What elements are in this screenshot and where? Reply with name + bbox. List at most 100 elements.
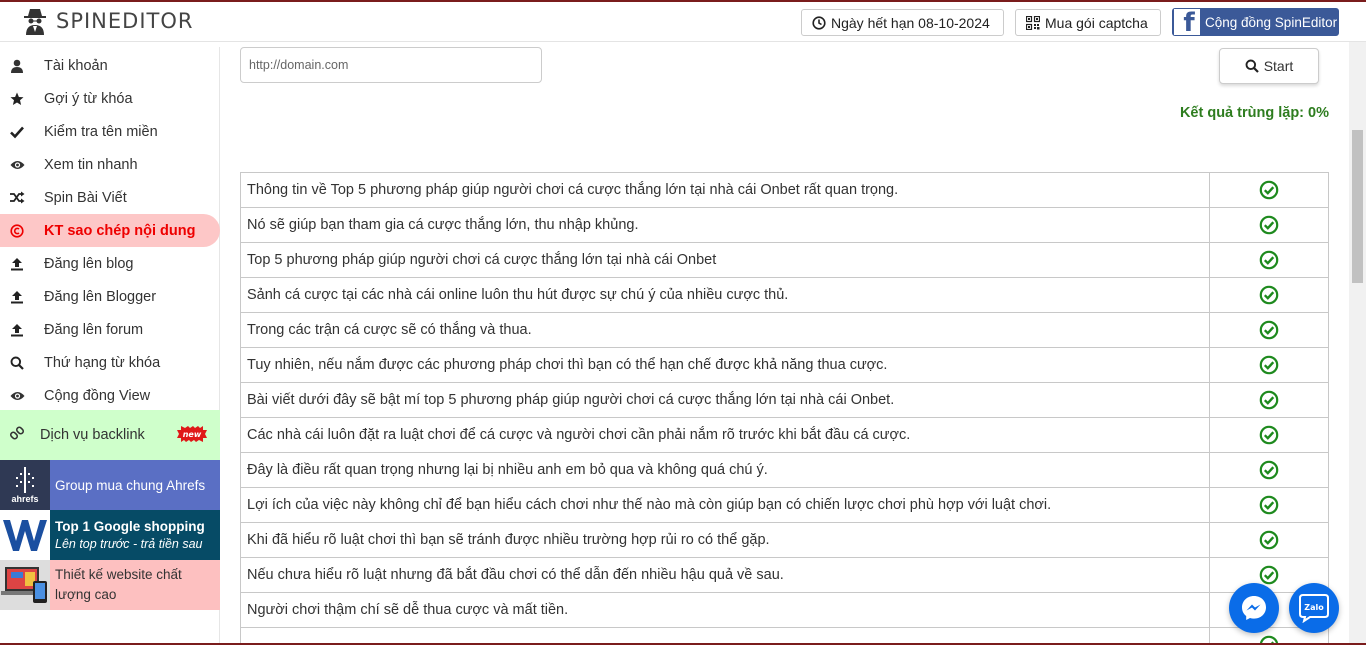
check-circle-icon [1259, 460, 1279, 480]
expire-date-label: Ngày hết hạn 08-10-2024 [831, 14, 990, 31]
check-circle-icon [1259, 390, 1279, 410]
shuffle-icon [9, 190, 25, 206]
sidebar-item-keyword-rank[interactable]: Thứ hạng từ khóa [0, 346, 220, 379]
sentence-cell: Đây là điều rất quan trọng nhưng lại bị … [240, 452, 1210, 488]
table-row: Lợi ích của việc này không chỉ để bạn hi… [240, 487, 1329, 523]
check-circle-icon [1259, 495, 1279, 515]
sidebar-item-account[interactable]: Tài khoản [0, 49, 220, 82]
check-circle-icon [1259, 215, 1279, 235]
sentence-cell: Bài viết dưới đây sẽ bật mí top 5 phương… [240, 382, 1210, 418]
table-row: Đây là điều rất quan trọng nhưng lại bị … [240, 452, 1329, 488]
check-circle-icon [1259, 565, 1279, 585]
eye-icon [9, 157, 25, 173]
sentence-cell: Người chơi thậm chí sẽ dễ thua cược và m… [240, 592, 1210, 628]
table-row: Nếu chưa hiểu rõ luật nhưng đã bắt đầu c… [240, 557, 1329, 593]
start-label: Start [1263, 58, 1294, 74]
w-logo-icon [0, 510, 50, 560]
star-icon [9, 91, 25, 107]
check-circle-icon [1259, 530, 1279, 550]
table-row: Các nhà cái luôn đặt ra luật chơi để cá … [240, 417, 1329, 453]
top-header: SPINEDITOR Ngày hết hạn 08-10-2024 Mua g… [0, 2, 1366, 42]
table-row: Trong các trận cá cược sẽ có thắng và th… [240, 312, 1329, 348]
status-cell [1209, 242, 1329, 278]
sentence-cell: Sảnh cá cược tại các nhà cái online luôn… [240, 277, 1210, 313]
sentence-cell: Các nhà cái luôn đặt ra luật chơi để cá … [240, 417, 1210, 453]
sentence-cell: Tuy nhiên, nếu nắm được các phương pháp … [240, 347, 1210, 383]
brand[interactable]: SPINEDITOR [22, 7, 193, 35]
upload-icon [9, 289, 25, 305]
sentence-cell: Lợi ích của việc này không chỉ để bạn hi… [240, 487, 1210, 523]
user-icon [9, 58, 25, 74]
sidebar-item-backlink-service[interactable]: Dịch vụ backlink new [0, 410, 220, 460]
link-icon [9, 426, 25, 444]
sidebar-item-copy-check[interactable]: KT sao chép nội dung [0, 214, 220, 247]
check-circle-icon [1259, 320, 1279, 340]
check-circle-icon [1259, 425, 1279, 445]
eye-icon [9, 388, 25, 404]
status-cell [1209, 207, 1329, 243]
spy-logo-icon [24, 9, 46, 35]
sidebar-item-post-blog[interactable]: Đăng lên blog [0, 247, 220, 280]
brand-name: SPINEDITOR [56, 9, 194, 33]
status-cell [1209, 452, 1329, 488]
buy-captcha-button[interactable]: Mua gói captcha [1015, 9, 1161, 36]
search-icon [1245, 59, 1259, 73]
scrollbar-thumb[interactable] [1352, 130, 1363, 283]
status-cell [1209, 312, 1329, 348]
table-row: Tuy nhiên, nếu nắm được các phương pháp … [240, 347, 1329, 383]
zalo-icon: Zalo [1299, 594, 1329, 623]
svg-text:Zalo: Zalo [1304, 603, 1324, 612]
domain-url-input[interactable] [240, 47, 542, 83]
status-cell [1209, 172, 1329, 208]
sentence-cell: Trong các trận cá cược sẽ có thắng và th… [240, 312, 1210, 348]
sentence-cell: Nó sẽ giúp bạn tham gia cá cược thắng lớ… [240, 207, 1210, 243]
community-facebook-button[interactable]: f Cộng đồng SpinEditor [1172, 8, 1339, 36]
sidebar-item-post-blogger[interactable]: Đăng lên Blogger [0, 280, 220, 313]
sidebar-item-post-forum[interactable]: Đăng lên forum [0, 313, 220, 346]
status-cell [1209, 487, 1329, 523]
new-badge-icon: new [177, 426, 207, 442]
sentence-cell: Top 5 phương pháp giúp người chơi cá cượ… [240, 242, 1210, 278]
table-row: Người chơi thậm chí sẽ dễ thua cược và m… [240, 592, 1329, 628]
zalo-chat-button[interactable]: Zalo [1289, 583, 1339, 633]
expire-date-button[interactable]: Ngày hết hạn 08-10-2024 [801, 9, 1004, 36]
messenger-chat-button[interactable] [1229, 583, 1279, 633]
table-row: Thông tin về Top 5 phương pháp giúp ngườ… [240, 172, 1329, 208]
table-row: Sảnh cá cược tại các nhà cái online luôn… [240, 277, 1329, 313]
sidebar-item-keyword-suggest[interactable]: Gợi ý từ khóa [0, 82, 220, 115]
promo-google-shopping[interactable]: Top 1 Google shopping Lên top trước - tr… [0, 510, 220, 560]
svg-text:new: new [183, 430, 202, 439]
sentence-cell: Nếu chưa hiểu rõ luật nhưng đã bắt đầu c… [240, 557, 1210, 593]
facebook-icon: f [1174, 9, 1200, 35]
check-circle-icon [1259, 285, 1279, 305]
devices-image-icon [0, 560, 50, 610]
promo-website-design[interactable]: Thiết kế website chất lượng cao [0, 560, 220, 610]
sidebar-item-spin-article[interactable]: Spin Bài Viết [0, 181, 220, 214]
sidebar-item-domain-check[interactable]: Kiểm tra tên miền [0, 115, 220, 148]
sidebar-item-community-view[interactable]: Cộng đồng View [0, 379, 220, 412]
upload-icon [9, 322, 25, 338]
promo-ahrefs-group[interactable]: ahrefs Group mua chung Ahrefs [0, 460, 220, 510]
messenger-icon [1242, 596, 1266, 620]
upload-icon [9, 256, 25, 272]
status-cell [1209, 347, 1329, 383]
check-circle-icon [1259, 250, 1279, 270]
clock-icon [812, 15, 826, 30]
table-row: Bài viết dưới đây sẽ bật mí top 5 phương… [240, 382, 1329, 418]
status-cell [1209, 522, 1329, 558]
status-cell [1209, 277, 1329, 313]
ahrefs-logo-icon: ahrefs [0, 460, 50, 510]
table-row: Nó sẽ giúp bạn tham gia cá cược thắng lớ… [240, 207, 1329, 243]
duplicate-result: Kết quả trùng lặp: 0% [1179, 105, 1329, 121]
status-cell [1209, 417, 1329, 453]
sidebar-item-quick-news[interactable]: Xem tin nhanh [0, 148, 220, 181]
table-row: Khi đã hiểu rõ luật chơi thì bạn sẽ trán… [240, 522, 1329, 558]
main-content: Start Kết quả trùng lặp: 0% Thông tin về… [231, 42, 1346, 645]
copyright-icon [9, 223, 25, 239]
status-cell [1209, 382, 1329, 418]
table-row: Top 5 phương pháp giúp người chơi cá cượ… [240, 242, 1329, 278]
start-button[interactable]: Start [1219, 48, 1319, 84]
buy-captcha-label: Mua gói captcha [1045, 14, 1148, 31]
check-icon [9, 124, 25, 140]
search-icon [9, 355, 25, 371]
